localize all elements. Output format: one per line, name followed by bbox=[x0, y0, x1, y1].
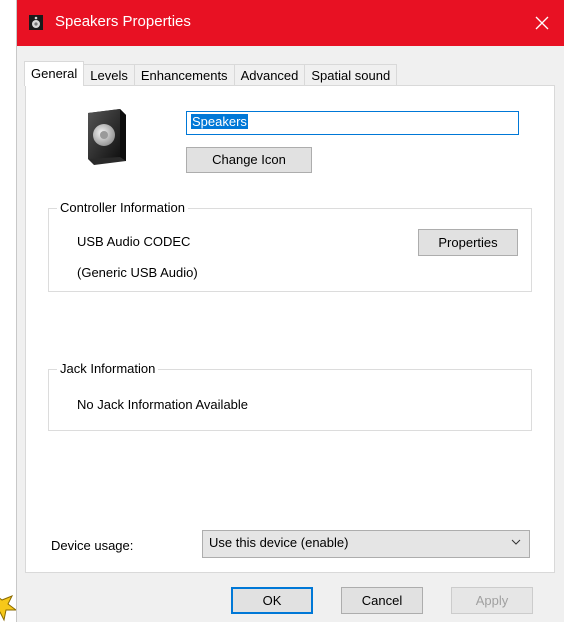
device-usage-dropdown[interactable]: Use this device (enable) bbox=[202, 530, 530, 558]
controller-information-group: Controller Information USB Audio CODEC (… bbox=[48, 200, 532, 292]
tab-levels[interactable]: Levels bbox=[83, 64, 135, 86]
change-icon-button[interactable]: Change Icon bbox=[186, 147, 312, 173]
tab-advanced[interactable]: Advanced bbox=[233, 64, 306, 86]
window-title: Speakers Properties bbox=[55, 13, 191, 30]
device-name-selected-text: Speakers bbox=[191, 114, 248, 129]
cancel-button[interactable]: Cancel bbox=[341, 587, 423, 614]
tab-general[interactable]: General bbox=[24, 61, 85, 86]
jack-information-group: Jack Information No Jack Information Ava… bbox=[48, 361, 532, 431]
apply-button: Apply bbox=[451, 587, 533, 614]
title-bar: Speakers Properties bbox=[17, 0, 564, 46]
controller-information-title: Controller Information bbox=[57, 200, 188, 215]
ok-button[interactable]: OK bbox=[231, 587, 313, 614]
close-icon bbox=[535, 16, 549, 30]
tab-enhancements[interactable]: Enhancements bbox=[133, 64, 235, 86]
speakers-properties-window: Speakers Properties General Levels Enhan… bbox=[16, 0, 564, 622]
controller-driver: (Generic USB Audio) bbox=[77, 265, 198, 280]
device-name-input[interactable]: Speakers bbox=[186, 111, 519, 135]
tab-spatial-sound[interactable]: Spatial sound bbox=[304, 64, 398, 86]
speaker-device-icon bbox=[88, 109, 126, 165]
speaker-app-icon bbox=[29, 15, 43, 30]
chevron-down-icon bbox=[511, 539, 521, 545]
decorative-star-icon bbox=[0, 595, 16, 622]
close-button[interactable] bbox=[519, 0, 564, 46]
device-usage-label: Device usage: bbox=[51, 538, 134, 553]
jack-information-text: No Jack Information Available bbox=[77, 397, 249, 412]
general-tab-panel: Speakers Change Icon Controller Informat… bbox=[25, 85, 555, 573]
tab-strip: General Levels Enhancements Advanced Spa… bbox=[24, 61, 398, 86]
controller-name: USB Audio CODEC bbox=[77, 234, 191, 249]
device-usage-value: Use this device (enable) bbox=[209, 535, 349, 550]
controller-properties-button[interactable]: Properties bbox=[418, 229, 518, 256]
jack-information-title: Jack Information bbox=[57, 361, 159, 376]
